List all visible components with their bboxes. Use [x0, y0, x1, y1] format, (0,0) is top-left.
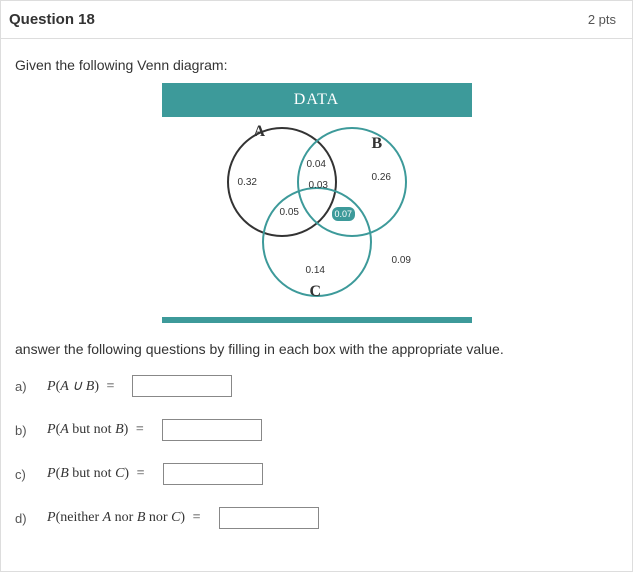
p-symbol: P — [47, 379, 56, 394]
question-points: 2 pts — [588, 12, 616, 27]
region-a-only: 0.32 — [238, 177, 257, 188]
question-title: Question 18 — [9, 11, 95, 28]
p-symbol: P — [47, 422, 56, 437]
part-a-row: a) P(A ∪ B) = — [15, 375, 618, 397]
region-bc: 0.07 — [332, 207, 356, 221]
part-b-row: b) P(A but not B) = — [15, 419, 618, 441]
part-b-expression: P(A but not B) = — [47, 422, 148, 438]
part-c-row: c) P(B but not C) = — [15, 463, 618, 485]
equals-sign: = — [107, 379, 115, 394]
expr-inner: A ∪ B — [60, 379, 94, 394]
expr-nor1: nor — [111, 510, 137, 525]
question-body: Given the following Venn diagram: DATA A… — [1, 39, 632, 571]
region-outside: 0.09 — [392, 255, 411, 266]
region-c-only: 0.14 — [306, 265, 325, 276]
answer-instruction: answer the following questions by fillin… — [15, 341, 618, 357]
part-c-expression: P(B but not C) = — [47, 466, 149, 482]
part-d-input[interactable] — [219, 507, 319, 529]
part-a-input[interactable] — [132, 375, 232, 397]
part-b-letter: b) — [15, 423, 33, 438]
region-b-only: 0.26 — [372, 172, 391, 183]
label-a: A — [254, 123, 266, 141]
expr-b: B — [60, 466, 69, 481]
part-c-letter: c) — [15, 467, 33, 482]
equals-sign: = — [137, 466, 145, 481]
equals-sign: = — [193, 510, 201, 525]
p-symbol: P — [47, 466, 56, 481]
region-abc: 0.03 — [309, 180, 328, 191]
equals-sign: = — [136, 422, 144, 437]
question-header: Question 18 2 pts — [1, 1, 632, 39]
venn-diagram: DATA A B C 0.32 0.26 0.14 0.04 0.03 0.05… — [162, 83, 472, 323]
part-d-row: d) P(neither A nor B nor C) = — [15, 507, 618, 529]
expr-butnot: but not — [69, 466, 115, 481]
part-d-letter: d) — [15, 511, 33, 526]
question-container: Question 18 2 pts Given the following Ve… — [0, 0, 633, 572]
part-c-input[interactable] — [163, 463, 263, 485]
expr-butnot: but not — [69, 422, 115, 437]
label-c: C — [310, 283, 322, 301]
expr-a: A — [103, 510, 112, 525]
part-a-expression: P(A ∪ B) = — [47, 378, 118, 395]
expr-neither: neither — [60, 510, 102, 525]
region-ab: 0.04 — [307, 159, 326, 170]
part-a-letter: a) — [15, 379, 33, 394]
venn-title-bar: DATA — [162, 83, 472, 117]
part-b-input[interactable] — [162, 419, 262, 441]
expr-b: B — [115, 422, 124, 437]
given-text: Given the following Venn diagram: — [15, 57, 618, 73]
venn-bottom-bar — [162, 317, 472, 323]
expr-nor2: nor — [145, 510, 171, 525]
p-symbol: P — [47, 510, 56, 525]
venn-canvas: A B C 0.32 0.26 0.14 0.04 0.03 0.05 0.07… — [162, 117, 472, 317]
part-d-expression: P(neither A nor B nor C) = — [47, 510, 205, 526]
region-ac: 0.05 — [280, 207, 299, 218]
label-b: B — [372, 135, 383, 153]
circle-c — [262, 187, 372, 297]
expr-a: A — [60, 422, 69, 437]
